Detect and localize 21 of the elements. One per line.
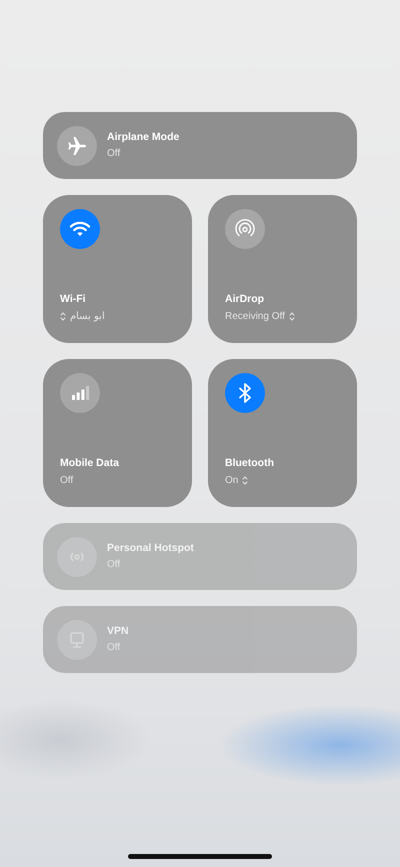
setting-row[interactable]: Airplane Mode Off xyxy=(43,112,357,179)
setting-tile[interactable]: Bluetooth On xyxy=(208,359,357,507)
setting-label: Bluetooth xyxy=(225,457,275,471)
setting-label: VPN xyxy=(107,624,129,638)
setting-label: Mobile Data xyxy=(60,457,120,471)
setting-status: ابو بسام xyxy=(70,310,105,323)
setting-status: Off xyxy=(60,474,74,487)
setting-label: Wi-Fi xyxy=(60,293,87,307)
setting-tile[interactable]: Mobile Data Off xyxy=(43,359,192,507)
wifi-toggle[interactable] xyxy=(60,209,100,249)
bluetooth-toggle[interactable] xyxy=(225,373,265,413)
airdrop-toggle[interactable] xyxy=(225,209,265,249)
setting-status: Off xyxy=(107,147,120,160)
cellular-toggle[interactable] xyxy=(60,373,100,413)
setting-label: AirDrop xyxy=(225,293,266,307)
setting-tile[interactable]: AirDrop Receiving Off xyxy=(208,195,357,343)
setting-label: Airplane Mode xyxy=(107,130,180,144)
airplane-toggle[interactable] xyxy=(57,126,97,166)
setting-status: Receiving Off xyxy=(225,310,285,323)
setting-status: On xyxy=(225,474,238,487)
setting-label: Personal Hotspot xyxy=(107,542,194,556)
